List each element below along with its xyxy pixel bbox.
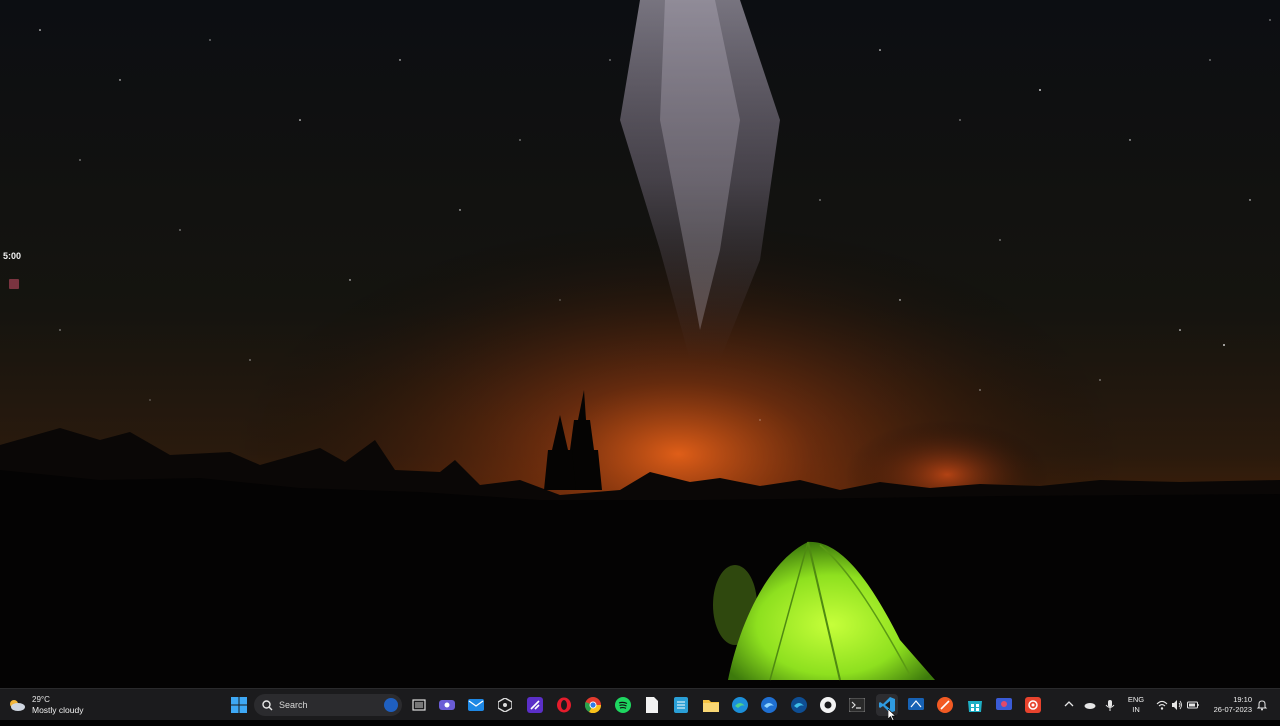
taskbar-app-brave[interactable] <box>934 694 956 716</box>
search-box[interactable]: Search <box>254 694 402 716</box>
calendar-grid-icon <box>674 697 688 713</box>
visual-studio-icon <box>527 697 543 713</box>
search-icon <box>262 699 273 710</box>
taskbar: 29°C Mostly cloudy Search ENG IN 19:10 2… <box>0 688 1280 720</box>
show-hidden-icons-button[interactable] <box>1062 697 1076 711</box>
battery-tray[interactable] <box>1187 698 1199 710</box>
language-code: ENG <box>1127 695 1145 704</box>
unity-icon <box>498 698 512 712</box>
input-language-indicator[interactable]: ENG IN <box>1126 695 1146 715</box>
taskbar-app-chrome[interactable] <box>582 694 604 716</box>
speaker-icon <box>1172 700 1182 710</box>
weather-condition: Mostly cloudy <box>32 705 84 715</box>
store-icon <box>968 701 982 712</box>
weather-temperature: 29°C <box>32 695 50 704</box>
opera-icon <box>557 697 571 713</box>
onedrive-tray[interactable] <box>1084 698 1096 710</box>
edge-dev-icon <box>791 697 807 713</box>
snipping-icon <box>996 698 1012 710</box>
task-view-icon <box>412 699 426 711</box>
chrome-icon <box>585 697 601 713</box>
microphone-tray[interactable] <box>1104 698 1116 711</box>
clock-time: 19:10 <box>1233 695 1252 704</box>
bing-icon <box>384 698 398 712</box>
taskbar-app-terminal[interactable] <box>846 694 868 716</box>
timer-widget[interactable]: 5:00 <box>0 248 27 298</box>
taskbar-app-calculator[interactable] <box>670 694 692 716</box>
clock-date: 26-07-2023 <box>1213 705 1252 714</box>
windows-start-icon <box>231 697 247 713</box>
weather-widget[interactable]: 29°C Mostly cloudy <box>8 693 84 717</box>
circle-app-icon <box>820 697 836 713</box>
timer-time: 5:00 <box>3 251 22 261</box>
taskbar-app-store[interactable] <box>964 694 986 716</box>
notifications-button[interactable] <box>1256 698 1268 711</box>
notification-bell-icon <box>1256 700 1268 711</box>
taskbar-app-file-explorer[interactable] <box>700 694 722 716</box>
start-button[interactable] <box>228 694 250 716</box>
remote-desktop-icon <box>908 698 924 710</box>
region-code: IN <box>1132 705 1140 714</box>
wifi-icon <box>1156 700 1168 710</box>
volume-tray[interactable] <box>1171 698 1183 710</box>
terminal-icon <box>849 698 865 712</box>
search-placeholder: Search <box>279 700 308 710</box>
taskbar-app-opera[interactable] <box>553 694 575 716</box>
taskbar-app-settings[interactable] <box>1022 694 1044 716</box>
taskbar-app-notepad[interactable] <box>641 694 663 716</box>
spotify-icon <box>615 697 631 713</box>
taskbar-app-remote-desktop[interactable] <box>905 694 927 716</box>
cloud-icon <box>1084 703 1096 709</box>
clock[interactable]: 19:10 26-07-2023 <box>1202 695 1252 715</box>
cursor-arrow-icon <box>887 708 897 721</box>
mail-icon <box>468 699 484 711</box>
taskbar-app-teams-meet[interactable] <box>436 694 458 716</box>
document-icon <box>646 697 658 713</box>
desktop-wallpaper <box>0 0 1280 688</box>
taskbar-app-obs[interactable] <box>817 694 839 716</box>
taskbar-app-visual-studio[interactable] <box>524 694 546 716</box>
taskbar-app-edge[interactable] <box>729 694 751 716</box>
night-sky-scene <box>0 0 1280 688</box>
edge-beta-icon <box>761 697 777 713</box>
mouse-cursor <box>887 708 897 721</box>
brave-icon <box>937 697 953 713</box>
taskbar-app-task-view[interactable] <box>408 694 430 716</box>
battery-icon <box>1187 701 1199 709</box>
taskbar-app-unity[interactable] <box>494 694 516 716</box>
chevron-up-icon <box>1064 701 1074 707</box>
wifi-tray[interactable] <box>1156 698 1168 710</box>
folder-icon <box>703 700 719 712</box>
video-camera-icon <box>439 700 455 710</box>
taskbar-app-snipping[interactable] <box>993 694 1015 716</box>
microphone-icon <box>1105 700 1115 711</box>
timer-stop-button[interactable] <box>9 279 19 289</box>
edge-icon <box>732 697 748 713</box>
taskbar-app-spotify[interactable] <box>612 694 634 716</box>
taskbar-app-edge-dev[interactable] <box>788 694 810 716</box>
taskbar-app-edge-beta[interactable] <box>758 694 780 716</box>
cloudy-icon <box>8 698 26 712</box>
taskbar-app-mail[interactable] <box>465 694 487 716</box>
settings-app-icon <box>1025 697 1041 713</box>
